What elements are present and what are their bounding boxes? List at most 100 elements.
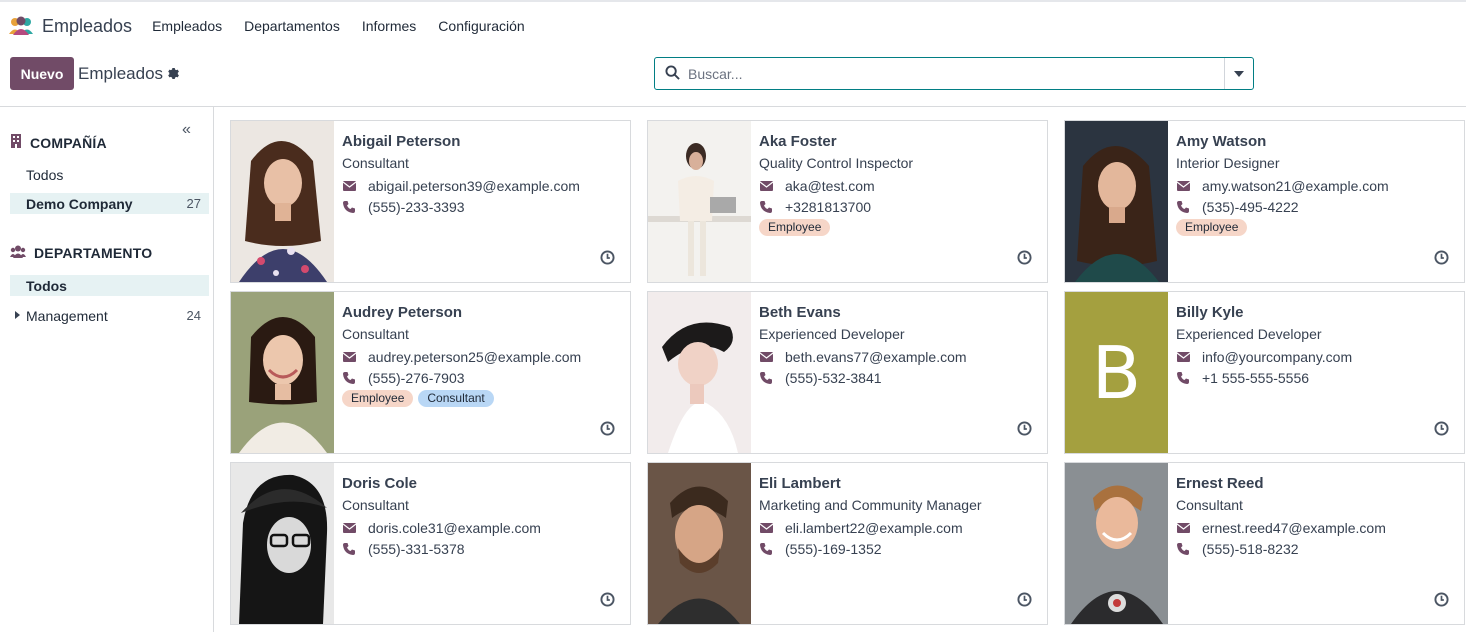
search-icon bbox=[665, 64, 680, 83]
employee-email: eli.lambert22@example.com bbox=[785, 519, 963, 536]
menu-departamentos[interactable]: Departamentos bbox=[244, 18, 340, 34]
phone-icon bbox=[759, 542, 773, 555]
phone-icon bbox=[1176, 200, 1190, 213]
employee-email: amy.watson21@example.com bbox=[1202, 177, 1389, 194]
employee-card[interactable]: Doris Cole Consultant doris.cole31@examp… bbox=[230, 462, 631, 625]
employee-photo bbox=[231, 121, 334, 282]
clock-icon[interactable] bbox=[1017, 421, 1032, 439]
employee-name: Doris Cole bbox=[342, 475, 418, 492]
employee-photo bbox=[231, 463, 334, 624]
employee-name: Abigail Peterson bbox=[342, 133, 461, 150]
filter-count: 27 bbox=[186, 196, 201, 211]
clock-icon[interactable] bbox=[1434, 250, 1449, 268]
phone-icon bbox=[759, 371, 773, 384]
company-section-title: COMPAÑÍA bbox=[30, 134, 107, 151]
employee-phone: (555)-532-3841 bbox=[785, 369, 882, 386]
employees-app-icon[interactable] bbox=[8, 16, 34, 36]
employee-job-title: Quality Control Inspector bbox=[759, 155, 914, 171]
envelope-icon bbox=[1176, 351, 1190, 362]
phone-icon bbox=[342, 200, 356, 213]
app-title[interactable]: Empleados bbox=[42, 16, 132, 37]
employee-email: aka@test.com bbox=[785, 177, 875, 194]
employee-phone: (555)-276-7903 bbox=[368, 369, 465, 386]
employee-card[interactable]: Aka Foster Quality Control Inspector aka… bbox=[647, 120, 1048, 283]
employee-card[interactable]: Abigail Peterson Consultant abigail.pete… bbox=[230, 120, 631, 283]
employee-card[interactable]: Audrey Peterson Consultant audrey.peters… bbox=[230, 291, 631, 454]
clock-icon[interactable] bbox=[1434, 421, 1449, 439]
employee-job-title: Consultant bbox=[342, 326, 409, 342]
employee-photo bbox=[648, 121, 751, 282]
envelope-icon bbox=[342, 351, 356, 362]
filter-label: Demo Company bbox=[26, 195, 133, 212]
search-panel-sidebar: « COMPAÑÍA Todos Demo Company 27 DEPARTA… bbox=[0, 107, 214, 632]
employee-photo bbox=[648, 463, 751, 624]
envelope-icon bbox=[759, 180, 773, 191]
employee-name: Aka Foster bbox=[759, 133, 837, 150]
employee-photo bbox=[648, 292, 751, 453]
employee-job-title: Experienced Developer bbox=[759, 326, 905, 342]
employee-card[interactable]: Ernest Reed Consultant ernest.reed47@exa… bbox=[1064, 462, 1465, 625]
employee-email: abigail.peterson39@example.com bbox=[368, 177, 580, 194]
department-filter-management[interactable]: Management 24 bbox=[10, 305, 209, 326]
filter-label: Todos bbox=[26, 166, 64, 183]
filter-label: Todos bbox=[26, 277, 67, 294]
employee-name: Eli Lambert bbox=[759, 475, 841, 492]
employee-photo bbox=[1065, 463, 1168, 624]
employee-phone: +3281813700 bbox=[785, 198, 872, 215]
caret-right-icon[interactable] bbox=[15, 311, 20, 319]
employee-phone: (555)-331-5378 bbox=[368, 540, 465, 557]
gear-icon[interactable] bbox=[166, 67, 179, 83]
tag-employee: Employee bbox=[1176, 219, 1248, 236]
phone-icon bbox=[1176, 542, 1190, 555]
search-options-toggle[interactable] bbox=[1224, 58, 1253, 89]
company-section-header: COMPAÑÍA bbox=[10, 134, 107, 151]
employee-job-title: Consultant bbox=[342, 155, 409, 171]
employee-job-title: Interior Designer bbox=[1176, 155, 1280, 171]
employee-phone: (555)-518-8232 bbox=[1202, 540, 1299, 557]
clock-icon[interactable] bbox=[600, 250, 615, 268]
tag-employee: Employee bbox=[342, 390, 414, 407]
menu-configuracion[interactable]: Configuración bbox=[438, 18, 524, 34]
company-filter-demo-company[interactable]: Demo Company 27 bbox=[10, 193, 209, 214]
employee-name: Audrey Peterson bbox=[342, 304, 463, 321]
employee-email: ernest.reed47@example.com bbox=[1202, 519, 1386, 536]
clock-icon[interactable] bbox=[600, 592, 615, 610]
search-input[interactable] bbox=[688, 58, 1224, 89]
tag-employee: Employee bbox=[759, 219, 831, 236]
employee-email: info@yourcompany.com bbox=[1202, 348, 1353, 365]
menu-informes[interactable]: Informes bbox=[362, 18, 416, 34]
employee-card[interactable]: Beth Evans Experienced Developer beth.ev… bbox=[647, 291, 1048, 454]
employee-name: Beth Evans bbox=[759, 304, 841, 321]
search-bar bbox=[654, 57, 1254, 90]
clock-icon[interactable] bbox=[1017, 592, 1032, 610]
filter-label: Management bbox=[26, 307, 108, 324]
building-icon bbox=[10, 134, 22, 151]
employee-name: Amy Watson bbox=[1176, 133, 1267, 150]
employee-card[interactable]: Amy Watson Interior Designer amy.watson2… bbox=[1064, 120, 1465, 283]
employee-email: audrey.peterson25@example.com bbox=[368, 348, 582, 365]
employee-job-title: Marketing and Community Manager bbox=[759, 497, 982, 513]
employee-photo bbox=[1065, 121, 1168, 282]
employee-avatar: B bbox=[1065, 292, 1168, 453]
menu-empleados[interactable]: Empleados bbox=[152, 18, 222, 34]
clock-icon[interactable] bbox=[1017, 250, 1032, 268]
clock-icon[interactable] bbox=[600, 421, 615, 439]
new-button[interactable]: Nuevo bbox=[10, 57, 74, 90]
collapse-sidebar-icon[interactable]: « bbox=[182, 121, 191, 139]
phone-icon bbox=[342, 371, 356, 384]
tag-consultant: Consultant bbox=[418, 390, 494, 407]
envelope-icon bbox=[1176, 522, 1190, 533]
phone-icon bbox=[759, 200, 773, 213]
users-icon bbox=[10, 245, 26, 261]
page-title: Empleados bbox=[78, 64, 164, 83]
envelope-icon bbox=[759, 522, 773, 533]
employee-job-title: Consultant bbox=[1176, 497, 1243, 513]
envelope-icon bbox=[342, 180, 356, 191]
clock-icon[interactable] bbox=[1434, 592, 1449, 610]
employee-name: Billy Kyle bbox=[1176, 304, 1244, 321]
employee-card[interactable]: B Billy Kyle Experienced Developer info@… bbox=[1064, 291, 1465, 454]
company-filter-todos[interactable]: Todos bbox=[10, 164, 209, 185]
employee-photo bbox=[231, 292, 334, 453]
department-filter-todos[interactable]: Todos bbox=[10, 275, 209, 296]
employee-card[interactable]: Eli Lambert Marketing and Community Mana… bbox=[647, 462, 1048, 625]
